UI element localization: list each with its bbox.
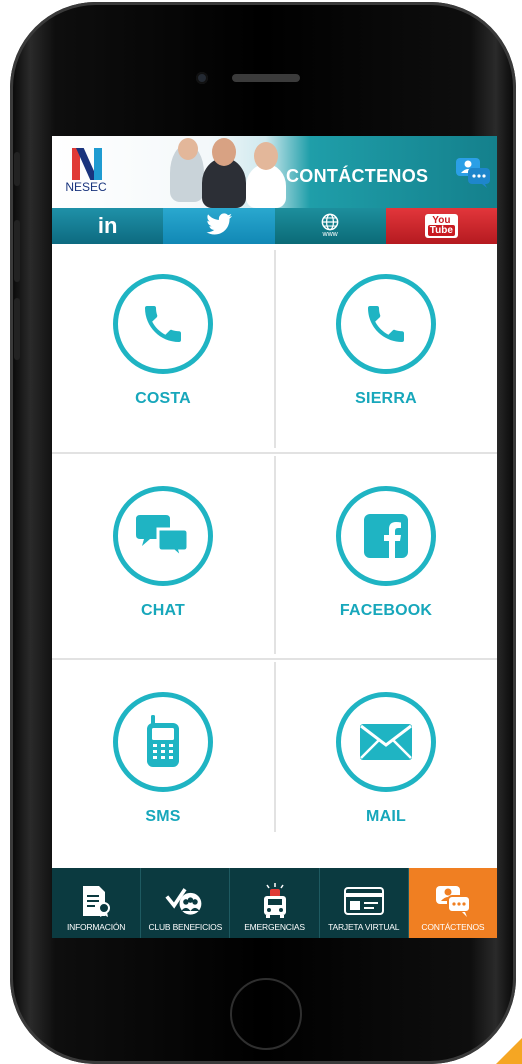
bottom-navigation: INFORMACIÓN CLUB BENEFICIOS EMERGENCIAS … xyxy=(52,868,497,938)
contact-sms[interactable]: SMS xyxy=(52,662,274,870)
contact-chat-icon xyxy=(454,156,492,188)
nav-club-label: CLUB BENEFICIOS xyxy=(148,922,223,932)
logo-text: NESEC xyxy=(65,180,107,194)
website-button[interactable]: www xyxy=(274,208,386,244)
group-check-icon xyxy=(165,882,205,920)
page-title: CONTÁCTENOS xyxy=(286,166,429,186)
home-button[interactable] xyxy=(230,978,302,1050)
volume-down-button xyxy=(14,298,20,360)
sms-label: SMS xyxy=(145,808,181,825)
contact-mail[interactable]: MAIL xyxy=(275,662,497,870)
mail-label: MAIL xyxy=(366,808,406,825)
costa-label: COSTA xyxy=(135,390,191,407)
contact-grid: COSTA SIERRA CHAT FACEBOOK SMS MAIL xyxy=(52,244,497,868)
nav-informacion[interactable]: INFORMACIÓN xyxy=(52,868,142,938)
divider xyxy=(52,452,497,454)
chat-bubbles-icon xyxy=(113,486,213,586)
facebook-label: FACEBOOK xyxy=(339,602,433,619)
facebook-icon xyxy=(336,486,436,586)
youtube-button[interactable]: You Tube xyxy=(385,208,497,244)
linkedin-icon: in xyxy=(97,213,118,238)
document-certificate-icon xyxy=(76,882,116,920)
envelope-icon xyxy=(336,692,436,792)
contact-chat-icon xyxy=(433,882,473,920)
nesec-logo-mark xyxy=(72,148,102,180)
contact-costa[interactable]: COSTA xyxy=(52,244,274,452)
nav-emergencias-label: EMERGENCIAS xyxy=(244,922,305,932)
id-card-icon xyxy=(343,882,384,920)
globe-icon: www xyxy=(320,213,340,239)
nesec-logo: NESEC xyxy=(62,148,110,198)
phone-icon xyxy=(113,274,213,374)
youtube-icon: You Tube xyxy=(424,214,458,238)
contact-facebook[interactable]: FACEBOOK xyxy=(275,456,497,664)
contact-chat[interactable]: CHAT xyxy=(52,456,274,664)
chat-label: CHAT xyxy=(140,602,186,619)
call-center-agents-photo xyxy=(130,136,286,208)
volume-up-button xyxy=(14,220,20,282)
nav-emergencias[interactable]: EMERGENCIAS xyxy=(230,868,320,938)
ambulance-icon xyxy=(255,882,295,920)
mobile-phone-icon xyxy=(113,692,213,792)
nav-club-beneficios[interactable]: CLUB BENEFICIOS xyxy=(141,868,231,938)
corner-accent xyxy=(496,1038,522,1064)
www-label: www xyxy=(322,231,338,238)
earpiece-speaker xyxy=(232,74,300,82)
nav-tarjeta-label: TARJETA VIRTUAL xyxy=(328,922,400,932)
phone-icon xyxy=(336,274,436,374)
front-camera xyxy=(196,72,208,84)
contact-sierra[interactable]: SIERRA xyxy=(275,244,497,452)
twitter-icon xyxy=(205,212,233,240)
nav-tarjeta-virtual[interactable]: TARJETA VIRTUAL xyxy=(320,868,409,938)
twitter-button[interactable] xyxy=(163,208,275,244)
header-banner: NESEC CONTÁCTENOS xyxy=(52,136,497,208)
nav-contactenos[interactable]: CONTÁCTENOS xyxy=(408,868,497,938)
nav-informacion-label: INFORMACIÓN xyxy=(66,922,126,932)
social-bar: in www You Tube xyxy=(52,208,497,244)
nav-contactenos-label: CONTÁCTENOS xyxy=(421,922,485,932)
mute-switch xyxy=(14,152,20,186)
app-screen: NESEC CONTÁCTENOS in www You Tube COSTA … xyxy=(52,136,497,938)
linkedin-button[interactable]: in xyxy=(52,208,164,244)
sierra-label: SIERRA xyxy=(355,390,417,407)
